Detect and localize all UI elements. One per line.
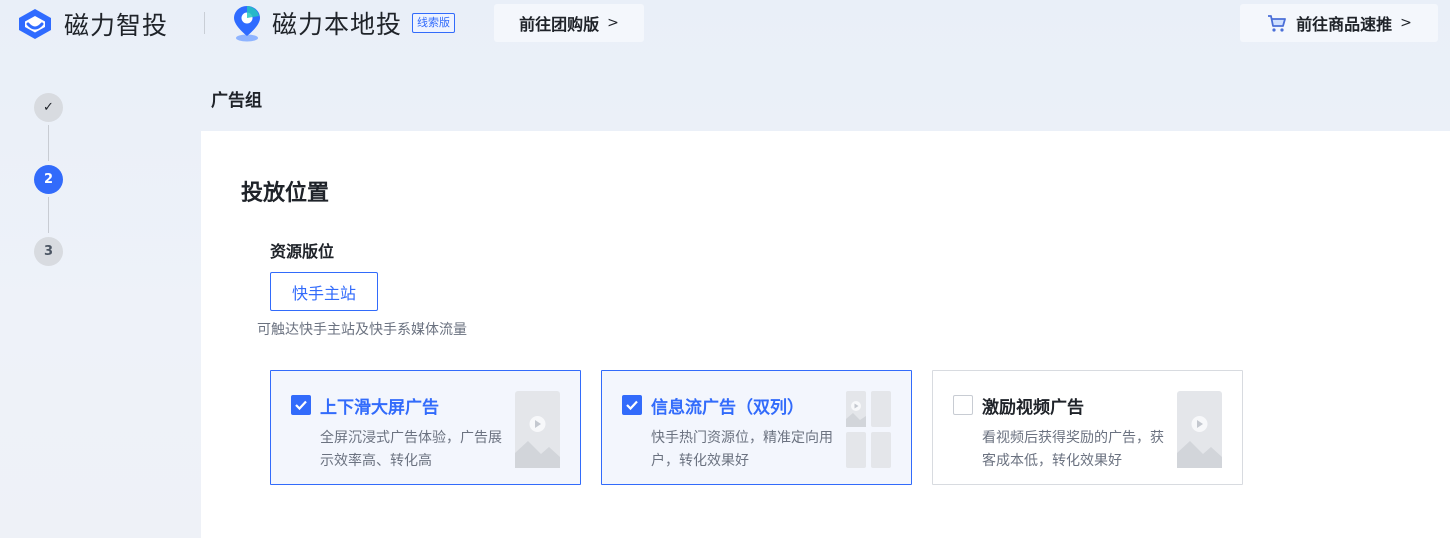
option-rewarded-video-ad[interactable]: 激励视频广告 看视频后获得奖励的广告，获客成本低，转化效果好	[932, 370, 1243, 485]
shopping-cart-icon	[1268, 15, 1287, 32]
goto-group-buy-label: 前往团购版	[519, 15, 600, 34]
section-label-ad-group: 广告组	[211, 91, 262, 111]
goto-group-buy-button[interactable]: 前往团购版 >	[494, 4, 644, 42]
kuaishou-main-site-button[interactable]: 快手主站	[270, 272, 378, 311]
brand-local[interactable]: 磁力本地投 线索版	[232, 4, 456, 42]
rewarded-video-thumbnail-icon	[1177, 391, 1222, 468]
check-icon: ✓	[43, 100, 54, 115]
fullscreen-video-thumbnail-icon	[515, 391, 560, 468]
option-title: 上下滑大屏广告	[320, 398, 439, 418]
chevron-right-icon: >	[1400, 15, 1412, 31]
option-description: 快手热门资源位，精准定向用户，转化效果好	[651, 430, 833, 469]
step-1-done[interactable]: ✓	[34, 93, 63, 122]
cili-logo-icon	[19, 9, 51, 39]
checkbox-checked[interactable]	[291, 395, 311, 415]
site-description: 可触达快手主站及快手系媒体流量	[257, 322, 467, 338]
option-title: 信息流广告（双列）	[651, 398, 804, 418]
brand-divider	[204, 12, 205, 34]
checkbox-checked[interactable]	[622, 395, 642, 415]
step-3-todo[interactable]: 3	[34, 237, 63, 266]
checkbox-unchecked[interactable]	[953, 395, 973, 415]
step-number: 3	[43, 244, 54, 259]
goto-product-promo-label: 前往商品速推	[1296, 15, 1393, 34]
placement-card: 投放位置 资源版位 快手主站 可触达快手主站及快手系媒体流量 上下滑大屏广告 全…	[201, 131, 1450, 538]
placement-title: 投放位置	[241, 181, 330, 206]
step-connector	[48, 197, 49, 233]
checkmark-icon	[295, 400, 307, 411]
option-description: 全屏沉浸式广告体验，广告展示效率高、转化高	[320, 430, 502, 469]
chevron-right-icon: >	[607, 15, 619, 31]
step-number: 2	[43, 172, 54, 187]
brand-primary-name: 磁力智投	[64, 11, 169, 40]
location-pin-icon	[234, 6, 260, 42]
brand-cili-zhitou[interactable]: 磁力智投	[16, 6, 168, 42]
step-2-active[interactable]: 2	[34, 165, 63, 194]
option-description: 看视频后获得奖励的广告，获客成本低，转化效果好	[982, 430, 1164, 469]
option-feed-double-column-ad[interactable]: 信息流广告（双列） 快手热门资源位，精准定向用户，转化效果好	[601, 370, 912, 485]
checkmark-icon	[626, 400, 638, 411]
option-vertical-fullscreen-ad[interactable]: 上下滑大屏广告 全屏沉浸式广告体验，广告展示效率高、转化高	[270, 370, 581, 485]
goto-product-promo-button[interactable]: 前往商品速推 >	[1240, 4, 1438, 42]
brand-version-tag: 线索版	[412, 13, 456, 33]
step-connector	[48, 125, 49, 161]
resource-slot-label: 资源版位	[270, 242, 335, 261]
double-column-feed-thumbnail-icon	[846, 391, 891, 468]
top-bar: 磁力智投 磁力本地投 线索版 前往团购版 > 前往商品速推 >	[0, 0, 1450, 48]
option-title: 激励视频广告	[982, 398, 1084, 418]
brand-secondary-name: 磁力本地投	[272, 10, 403, 39]
